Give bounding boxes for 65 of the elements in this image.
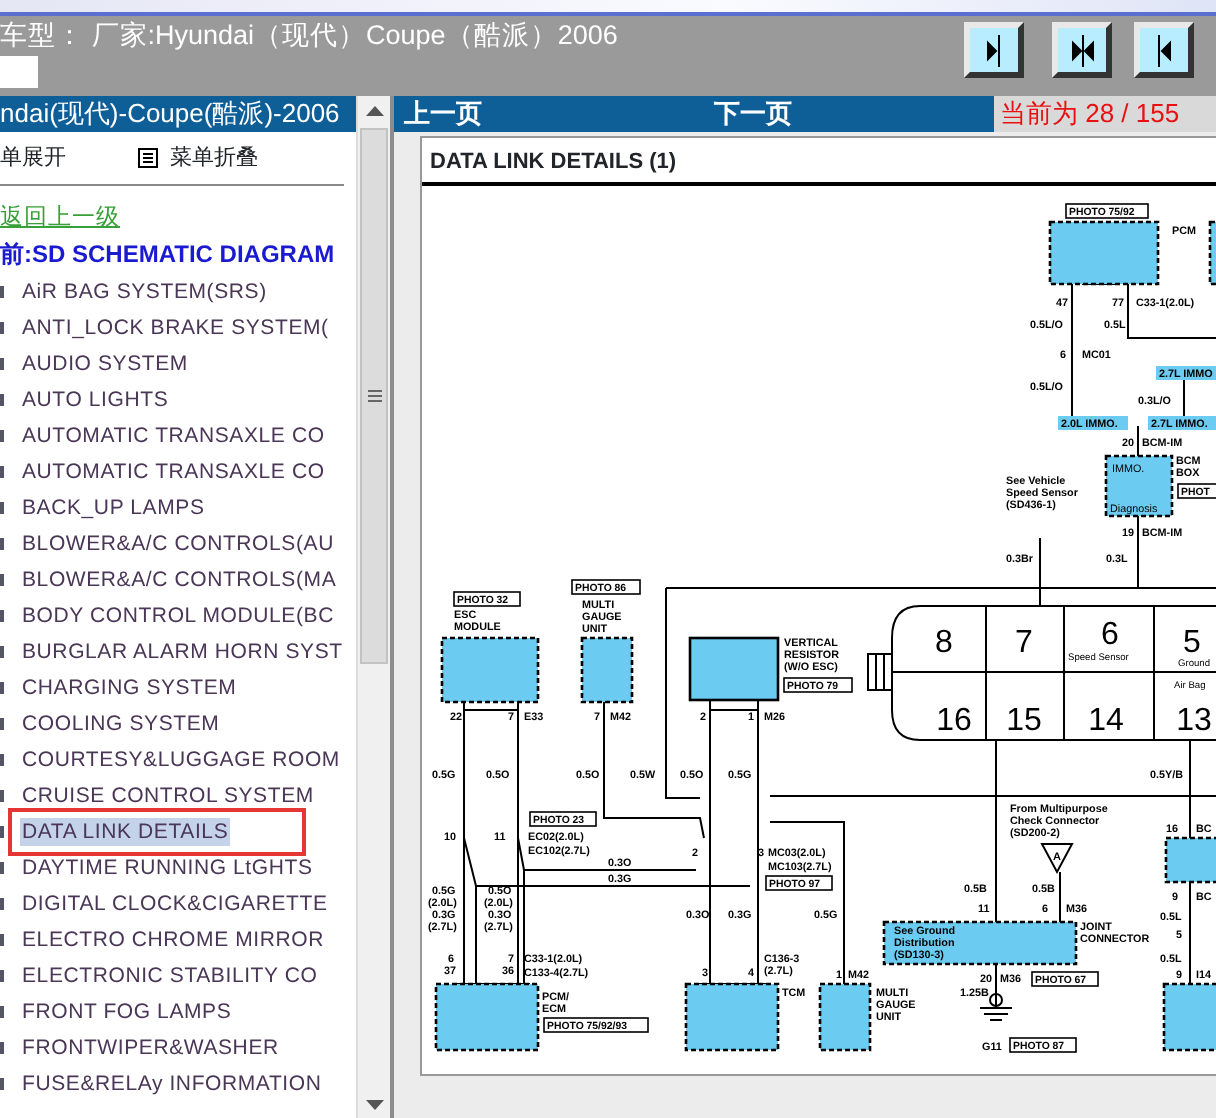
- expand-menu-link[interactable]: 单展开: [0, 141, 66, 175]
- pin-number: 16: [936, 704, 972, 738]
- pin-number: 14: [1088, 704, 1124, 738]
- list-icon[interactable]: [138, 148, 158, 168]
- pin-number: 13: [1176, 704, 1212, 738]
- sidebar-item[interactable]: AUTOMATIC TRANSAXLE CO: [20, 422, 327, 450]
- module-box: [434, 982, 540, 1052]
- sidebar-item[interactable]: FRONT FOG LAMPS: [20, 998, 234, 1026]
- page-counter: 当前为 28 / 155: [994, 96, 1216, 132]
- next-page-link[interactable]: 下一页: [714, 96, 792, 132]
- grip-icon: [368, 390, 382, 402]
- module-box: [440, 636, 540, 704]
- scroll-up-icon[interactable]: [366, 106, 384, 116]
- sidebar-item[interactable]: BURGLAR ALARM HORN SYST: [20, 638, 345, 666]
- sidebar-item[interactable]: FRONTWIPER&WASHER: [20, 1034, 281, 1062]
- arrow-icon: [986, 33, 1002, 67]
- module-box: [580, 636, 634, 704]
- pin-number: 7: [1015, 626, 1033, 660]
- module-box: [1048, 220, 1160, 286]
- pin-number: 6: [1101, 618, 1119, 652]
- window-icon: [0, 56, 38, 88]
- sidebar-item[interactable]: BLOWER&A/C CONTROLS(MA: [20, 566, 339, 594]
- sidebar-header: ndai(现代)-Coupe(酷派)-2006: [0, 96, 356, 132]
- module-box: [1162, 982, 1216, 1052]
- sidebar-item[interactable]: COOLING SYSTEM: [20, 710, 222, 738]
- sidebar-item[interactable]: ANTI_LOCK BRAKE SYSTEM(: [20, 314, 331, 342]
- sidebar-item[interactable]: AUTO LIGHTS: [20, 386, 171, 414]
- sidebar-item[interactable]: CRUISE CONTROL SYSTEM: [20, 782, 316, 810]
- pin-number: 15: [1006, 704, 1042, 738]
- sidebar-item[interactable]: DATA LINK DETAILS: [20, 818, 231, 846]
- module-box: [1164, 836, 1216, 884]
- module-box: [684, 982, 780, 1052]
- scroll-down-icon[interactable]: [366, 1100, 384, 1110]
- sidebar-item[interactable]: COURTESY&LUGGAGE ROOM: [20, 746, 342, 774]
- pin-number: 5: [1183, 626, 1201, 660]
- pin-number: 8: [935, 626, 953, 660]
- window-title: 车型： 厂家:Hyundai（现代）Coupe（酷派）2006: [0, 20, 618, 52]
- arrow-icon: [1156, 33, 1172, 67]
- current-section: 前:SD SCHEMATIC DIAGRAM: [0, 238, 356, 274]
- sidebar-item[interactable]: FUSE&RELAy INFORMATION: [20, 1070, 324, 1098]
- sidebar-item[interactable]: ELECTRO CHROME MIRROR: [20, 926, 326, 954]
- module-box: [1208, 220, 1216, 286]
- panel-right-button[interactable]: [964, 22, 1024, 78]
- scroll-thumb[interactable]: [360, 128, 388, 664]
- sidebar-item[interactable]: ELECTRONIC STABILITY CO: [20, 962, 320, 990]
- panel-left-button[interactable]: [1134, 22, 1194, 78]
- collapse-menu-link[interactable]: 菜单折叠: [170, 141, 258, 175]
- sidebar-item[interactable]: DIGITAL CLOCK&CIGARETTE: [20, 890, 330, 918]
- panel-split-button[interactable]: [1052, 22, 1112, 78]
- connector-triangle: [1040, 843, 1074, 875]
- sidebar-item[interactable]: AUTOMATIC TRANSAXLE CO: [20, 458, 327, 486]
- sidebar-item[interactable]: AUDIO SYSTEM: [20, 350, 190, 378]
- module-box: [818, 982, 872, 1052]
- sidebar-item[interactable]: AiR BAG SYSTEM(SRS): [20, 278, 269, 306]
- document-title: DATA LINK DETAILS (1): [422, 138, 1216, 186]
- sidebar-item[interactable]: BLOWER&A/C CONTROLS(AU: [20, 530, 336, 558]
- prev-page-link[interactable]: 上一页: [404, 96, 482, 132]
- sidebar-item[interactable]: BODY CONTROL MODULE(BC: [20, 602, 336, 630]
- sidebar-item[interactable]: DAYTIME RUNNING LtGHTS: [20, 854, 315, 882]
- arrow-icon: [1071, 33, 1093, 67]
- module-box: [1104, 454, 1174, 518]
- sidebar-item[interactable]: CHARGING SYSTEM: [20, 674, 239, 702]
- module-box: [688, 636, 780, 702]
- sidebar-item[interactable]: BACK_UP LAMPS: [20, 494, 207, 522]
- scrollbar[interactable]: [356, 96, 390, 1118]
